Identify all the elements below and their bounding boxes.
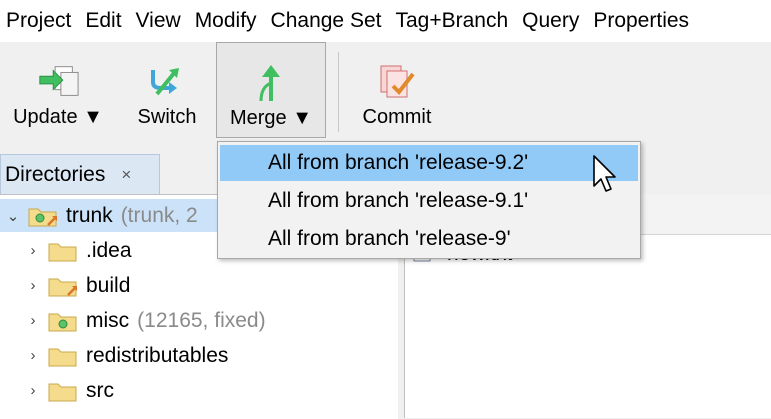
switch-label: Switch [137,106,197,128]
commit-button[interactable]: Commit [352,42,442,138]
menu-query[interactable]: Query [515,0,586,42]
merge-button[interactable]: Merge ▼ [216,42,326,138]
menu-item-release-9[interactable]: All from branch 'release-9' [220,221,638,257]
tree-row-build[interactable]: › build [0,269,398,302]
tree-row-label: trunk [66,203,113,227]
tree-row-label: build [86,273,131,297]
tab-directories-label: Directories [5,162,106,186]
menu-project[interactable]: Project [0,0,78,42]
tree-row-src[interactable]: › src [0,374,398,407]
toolbar: Update ▼ Switch Merge ▼ Commit [0,42,771,142]
switch-button[interactable]: Switch [128,42,206,138]
update-icon [36,42,80,102]
folder-tag-icon [48,310,78,332]
merge-icon [249,43,293,103]
tree-row-label: src [86,378,114,402]
tree-row-label: .idea [86,238,132,262]
chevron-down-icon[interactable]: ⌄ [6,207,20,225]
chevron-right-icon[interactable]: › [26,382,40,399]
folder-icon [48,345,78,367]
menu-item-release-9-1[interactable]: All from branch 'release-9.1' [220,183,638,219]
menu-change-set[interactable]: Change Set [264,0,389,42]
merge-dropdown-menu: All from branch 'release-9.2' All from b… [217,141,641,259]
menu-tag-branch[interactable]: Tag+Branch [388,0,515,42]
menu-view[interactable]: View [129,0,188,42]
update-button[interactable]: Update ▼ [6,42,110,138]
tree-row-meta: (12165, fixed) [137,308,266,332]
tree-row-meta: (trunk, 2 [120,203,198,227]
chevron-right-icon[interactable]: › [26,312,40,329]
mouse-pointer-icon [592,154,618,201]
menu-properties[interactable]: Properties [586,0,696,42]
menu-item-release-9-2[interactable]: All from branch 'release-9.2' [220,145,638,181]
menu-modify[interactable]: Modify [188,0,264,42]
tree-row-label: misc [86,308,130,332]
update-label: Update ▼ [13,106,103,128]
tree-row-label: redistributables [86,343,229,367]
menubar: Project Edit View Modify Change Set Tag+… [0,0,771,42]
folder-branch-icon [28,205,58,227]
folder-icon [48,240,78,262]
chevron-right-icon[interactable]: › [26,242,40,259]
commit-label: Commit [362,106,432,128]
toolbar-separator [338,52,339,132]
tree-row-redistributables[interactable]: › redistributables [0,339,398,372]
switch-icon [145,42,189,102]
merge-label: Merge ▼ [229,107,313,129]
tree-row-misc[interactable]: › misc (12165, fixed) [0,304,398,337]
tab-directories[interactable]: Directories × [0,154,160,194]
menu-edit[interactable]: Edit [78,0,128,42]
folder-icon [48,380,78,402]
chevron-right-icon[interactable]: › [26,347,40,364]
close-icon[interactable]: × [121,165,131,185]
chevron-right-icon[interactable]: › [26,277,40,294]
commit-icon [375,42,419,102]
folder-branch-icon [48,275,78,297]
